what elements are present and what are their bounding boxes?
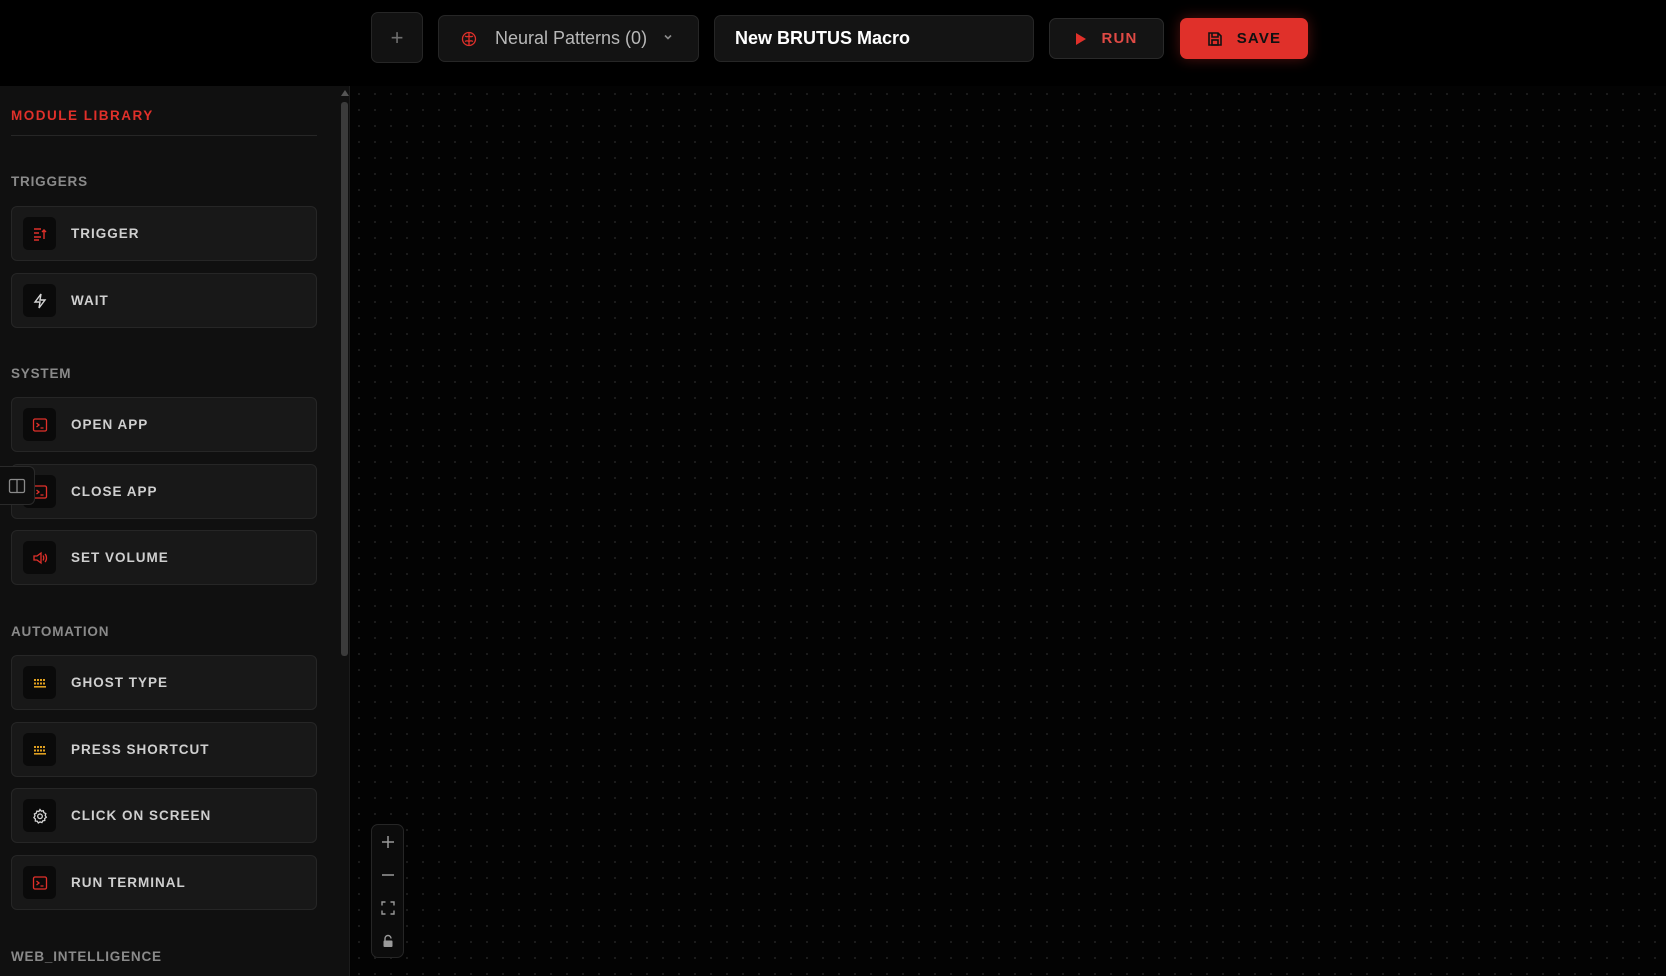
add-button[interactable]: + <box>371 12 423 63</box>
top-toolbar: + Neural Patterns (0) RUN SAVE <box>0 0 1666 86</box>
sidebar-scrollbar[interactable] <box>340 86 349 976</box>
module-label: PRESS SHORTCUT <box>71 742 210 757</box>
module-run-terminal[interactable]: RUN TERMINAL <box>11 855 317 910</box>
zoom-in-button[interactable] <box>372 825 403 858</box>
scroll-up-arrow[interactable] <box>341 90 349 96</box>
neural-patterns-label: Neural Patterns (0) <box>495 28 648 48</box>
floppy-disk-icon <box>1207 31 1222 46</box>
zoom-in-icon <box>381 835 394 848</box>
sidebar-toggle-button[interactable] <box>0 466 35 505</box>
lock-button[interactable] <box>372 924 403 957</box>
module-label: CLOSE APP <box>71 484 158 499</box>
section-system: SYSTEM <box>11 366 72 381</box>
module-library-title: MODULE LIBRARY <box>11 108 154 123</box>
chevron-down-icon <box>664 34 672 40</box>
divider <box>11 135 317 136</box>
zoom-out-button[interactable] <box>372 858 403 891</box>
panel-icon <box>8 478 26 493</box>
save-button[interactable]: SAVE <box>1180 18 1308 59</box>
play-icon <box>1076 32 1087 45</box>
module-label: TRIGGER <box>71 226 140 241</box>
module-library-sidebar: MODULE LIBRARY TRIGGERS TRIGGER WAIT SYS… <box>0 86 350 976</box>
module-label: CLICK ON SCREEN <box>71 808 212 823</box>
module-press-shortcut[interactable]: PRESS SHORTCUT <box>11 722 317 777</box>
module-label: RUN TERMINAL <box>71 875 186 890</box>
module-label: SET VOLUME <box>71 550 169 565</box>
brain-icon <box>461 31 477 46</box>
lock-icon <box>383 934 392 947</box>
terminal-icon <box>23 408 56 441</box>
module-label: OPEN APP <box>71 417 149 432</box>
module-label: WAIT <box>71 293 109 308</box>
workflow-canvas[interactable] <box>351 86 1666 976</box>
module-wait[interactable]: WAIT <box>11 273 317 328</box>
run-label: RUN <box>1101 30 1138 47</box>
fit-view-icon <box>380 900 395 915</box>
macro-name-input[interactable] <box>714 15 1034 62</box>
zoom-out-icon <box>381 873 394 876</box>
keyboard-icon <box>23 666 56 699</box>
terminal-icon <box>23 866 56 899</box>
neural-patterns-dropdown[interactable]: Neural Patterns (0) <box>438 15 699 62</box>
macro-editor: + Neural Patterns (0) RUN SAVE MODULE <box>0 0 1666 976</box>
module-click-on-screen[interactable]: CLICK ON SCREEN <box>11 788 317 843</box>
lightning-icon <box>23 284 56 317</box>
save-label: SAVE <box>1236 30 1282 47</box>
section-triggers: TRIGGERS <box>11 174 88 189</box>
keyboard-icon <box>23 733 56 766</box>
fit-view-button[interactable] <box>372 891 403 924</box>
module-close-app[interactable]: CLOSE APP <box>11 464 317 519</box>
run-button[interactable]: RUN <box>1049 18 1164 59</box>
gear-icon <box>23 799 56 832</box>
scrollbar-thumb[interactable] <box>341 102 348 656</box>
module-open-app[interactable]: OPEN APP <box>11 397 317 452</box>
module-set-volume[interactable]: SET VOLUME <box>11 530 317 585</box>
list-start-icon <box>23 217 56 250</box>
section-automation: AUTOMATION <box>11 624 110 639</box>
module-ghost-type[interactable]: GHOST TYPE <box>11 655 317 710</box>
canvas-controls <box>371 824 404 958</box>
module-label: GHOST TYPE <box>71 675 169 690</box>
speaker-icon <box>23 541 56 574</box>
module-trigger[interactable]: TRIGGER <box>11 206 317 261</box>
section-web-intelligence: WEB_INTELLIGENCE <box>11 949 162 964</box>
